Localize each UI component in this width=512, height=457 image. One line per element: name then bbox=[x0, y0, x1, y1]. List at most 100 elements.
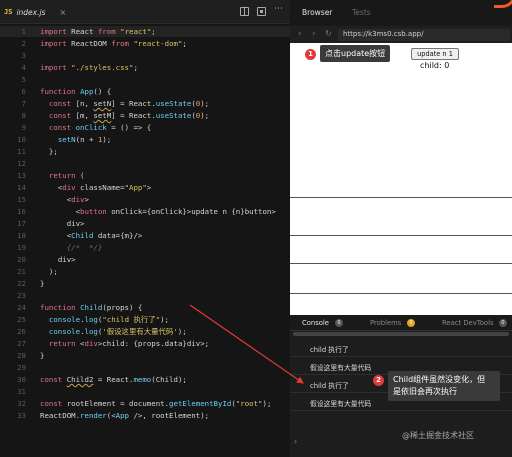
problems-count-badge: 0 bbox=[407, 319, 415, 327]
code-line[interactable]: 5 bbox=[0, 74, 290, 85]
code-line[interactable]: 16 <button onClick={onClick}>update n {n… bbox=[0, 206, 290, 217]
line-number: 14 bbox=[17, 183, 26, 192]
code-line[interactable]: 4 import "./styles.css"; bbox=[0, 62, 290, 73]
line-number: 32 bbox=[17, 399, 26, 408]
console-message: child 执行了 bbox=[290, 339, 512, 357]
js-file-icon: JS bbox=[4, 8, 13, 16]
code-line[interactable]: 12 bbox=[0, 158, 290, 169]
more-options-icon[interactable]: ⋯ bbox=[274, 4, 283, 14]
code-line[interactable]: 1 import React from "react"; bbox=[0, 26, 290, 37]
line-number: 23 bbox=[17, 291, 26, 300]
code-text: const [n, setN] = React.useState(0); bbox=[48, 99, 210, 108]
tab-problems[interactable]: Problems bbox=[370, 319, 401, 327]
console-message-text: 假设这里有大量代码 bbox=[310, 364, 372, 372]
line-number: 28 bbox=[17, 351, 26, 360]
line-number: 8 bbox=[21, 111, 26, 120]
code-line[interactable]: 17 div> bbox=[0, 218, 290, 229]
code-line[interactable]: 21 ); bbox=[0, 266, 290, 277]
code-line[interactable]: 18 <Child data={m}/> bbox=[0, 230, 290, 241]
annotation-note-2: Child组件虽然没变化，但 是依旧会再次执行 bbox=[388, 371, 500, 401]
tab-console[interactable]: Console bbox=[302, 319, 329, 327]
code-editor[interactable]: JS index.js × ⋯ 1 import React from "reac… bbox=[0, 0, 290, 457]
viewport-divider bbox=[290, 293, 512, 294]
code-text: ); bbox=[40, 267, 58, 276]
url-bar: ‹ › ↻ https://k3ms0.csb.app/ bbox=[290, 26, 512, 43]
code-line[interactable]: 6 function App() { bbox=[0, 86, 290, 97]
annotation-note-2-line1: Child组件虽然没变化，但 bbox=[393, 375, 486, 384]
line-number: 20 bbox=[17, 255, 26, 264]
code-line[interactable]: 13 return ( bbox=[0, 170, 290, 181]
code-line[interactable]: 14 <div className="App"> bbox=[0, 182, 290, 193]
file-tab-label: index.js bbox=[16, 7, 46, 17]
tab-react-devtools[interactable]: React DevTools bbox=[442, 319, 494, 327]
code-line[interactable]: 28} bbox=[0, 350, 290, 361]
forward-icon[interactable]: › bbox=[312, 29, 316, 39]
watermark: @稀土掘金技术社区 bbox=[402, 431, 474, 440]
line-number: 24 bbox=[17, 303, 26, 312]
console-scrollbar[interactable] bbox=[293, 332, 509, 336]
code-line[interactable]: 29 bbox=[0, 362, 290, 373]
code-line[interactable]: 3 bbox=[0, 50, 290, 61]
code-line[interactable]: 20 div> bbox=[0, 254, 290, 265]
code-area[interactable]: 1 import React from "react"; 2 import React… bbox=[0, 26, 290, 457]
close-icon[interactable]: × bbox=[59, 8, 66, 17]
devtools-count-badge: 0 bbox=[499, 319, 507, 327]
code-line[interactable]: 10 setN(n + 1); bbox=[0, 134, 290, 145]
line-number: 5 bbox=[21, 75, 26, 84]
line-number: 19 bbox=[17, 243, 26, 252]
code-text: const [m, setM] = React.useState(0); bbox=[48, 111, 210, 120]
editor-tab-bar: JS index.js × ⋯ bbox=[0, 0, 290, 24]
code-line[interactable]: 8 const [m, setM] = React.useState(0); bbox=[0, 110, 290, 121]
preview-viewport: update n 1 child: 0 bbox=[290, 43, 512, 315]
code-text: return <div>child: {props.data}div>; bbox=[48, 339, 210, 348]
annotation-note-2-line2: 是依旧会再次执行 bbox=[393, 387, 457, 396]
line-number: 1 bbox=[21, 27, 26, 36]
update-n-button[interactable]: update n 1 bbox=[411, 48, 459, 60]
code-line[interactable]: 31 bbox=[0, 386, 290, 397]
code-text: const onClick = () => { bbox=[48, 123, 152, 132]
reload-icon[interactable]: ↻ bbox=[325, 29, 332, 38]
code-line[interactable]: 32 const rootElement = document.getElemen… bbox=[0, 398, 290, 409]
line-number: 10 bbox=[17, 135, 26, 144]
console-message-text: child 执行了 bbox=[310, 382, 349, 390]
code-line[interactable]: 11 }; bbox=[0, 146, 290, 157]
code-line[interactable]: 2 import ReactDOM from "react-dom"; bbox=[0, 38, 290, 49]
code-line[interactable]: 9 const onClick = () => { bbox=[0, 122, 290, 133]
code-line[interactable]: 23 bbox=[0, 290, 290, 301]
code-line[interactable]: 7 const [n, setN] = React.useState(0); bbox=[0, 98, 290, 109]
file-tab-index-js[interactable]: JS index.js × bbox=[4, 5, 66, 19]
line-number: 30 bbox=[17, 375, 26, 384]
tab-tests[interactable]: Tests bbox=[352, 8, 371, 17]
code-text: <div> bbox=[40, 195, 89, 204]
code-text: {/* */} bbox=[66, 243, 103, 252]
code-text: } bbox=[40, 351, 45, 360]
code-line[interactable]: 25 console.log("child 执行了"); bbox=[0, 314, 290, 325]
code-text: <button onClick={onClick}>update n {n}bu… bbox=[40, 207, 276, 216]
console-prompt-icon[interactable]: › bbox=[294, 437, 297, 446]
code-text: import "./styles.css"; bbox=[40, 63, 138, 72]
line-number: 11 bbox=[17, 147, 26, 156]
tab-browser[interactable]: Browser bbox=[302, 8, 332, 17]
line-number: 29 bbox=[17, 363, 26, 372]
code-text: const Child2 = React.memo(Child); bbox=[40, 375, 187, 384]
split-editor-icon[interactable] bbox=[240, 7, 249, 16]
address-field[interactable]: https://k3ms0.csb.app/ bbox=[338, 29, 510, 41]
code-line[interactable]: 26 console.log('假设这里有大量代码'); bbox=[0, 326, 290, 337]
line-number: 6 bbox=[21, 87, 26, 96]
code-line[interactable]: 27 return <div>child: {props.data}div>; bbox=[0, 338, 290, 349]
viewport-divider bbox=[290, 197, 512, 198]
code-line[interactable]: 33 ReactDOM.render(<App />, rootElement); bbox=[0, 410, 290, 421]
code-text: }; bbox=[40, 147, 58, 156]
line-number: 9 bbox=[21, 123, 26, 132]
code-line[interactable]: 19 {/* */} bbox=[0, 242, 290, 253]
open-preview-icon[interactable] bbox=[257, 7, 266, 16]
back-icon[interactable]: ‹ bbox=[298, 29, 302, 39]
viewport-divider bbox=[290, 235, 512, 236]
code-line[interactable]: 15 <div> bbox=[0, 194, 290, 205]
code-line[interactable]: 30 const Child2 = React.memo(Child); bbox=[0, 374, 290, 385]
code-line[interactable]: 22} bbox=[0, 278, 290, 289]
browser-tab-bar: Browser Tests bbox=[290, 0, 512, 26]
code-line[interactable]: 24 function Child(props) { bbox=[0, 302, 290, 313]
console-message-text: 假设这里有大量代码 bbox=[310, 400, 372, 408]
code-text: div> bbox=[57, 255, 76, 264]
